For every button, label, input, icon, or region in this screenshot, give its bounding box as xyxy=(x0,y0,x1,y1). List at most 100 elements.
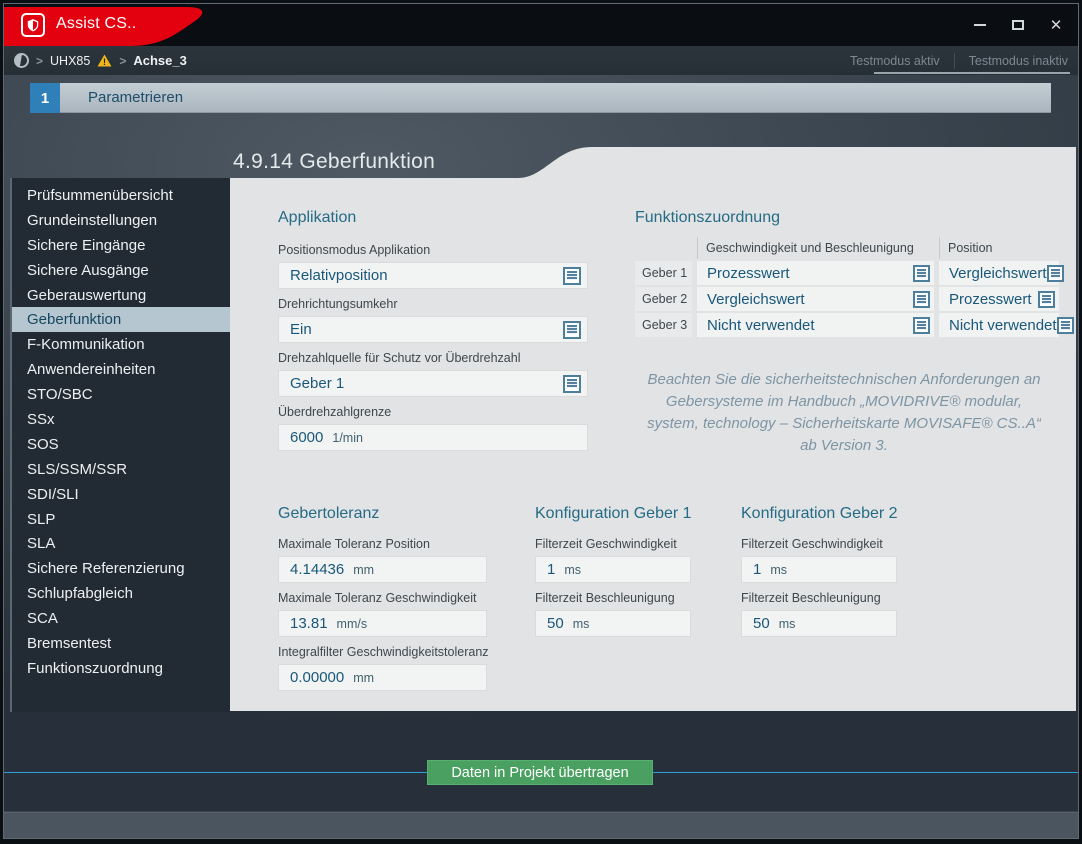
filterzeit-beschleunigung-g1-input[interactable]: 50 ms xyxy=(535,610,691,637)
dropdown-list-icon[interactable] xyxy=(563,267,581,285)
cell-value: Vergleichswert xyxy=(707,291,805,308)
sidebar-item-f-kommunikation[interactable]: F-Kommunikation xyxy=(12,332,230,357)
app-window: Assist CS.. ✕ > UHX85 ! > Achse_3 Testmo… xyxy=(3,3,1079,839)
transfer-to-project-button[interactable]: Daten in Projekt übertragen xyxy=(427,760,653,785)
field-group-filterzeit-geschwindigkeit-g1: Filterzeit Geschwindigkeit 1 ms xyxy=(535,537,691,583)
sidebar-item-geberauswertung[interactable]: Geberauswertung xyxy=(12,283,230,308)
filterzeit-geschwindigkeit-g1-input[interactable]: 1 ms xyxy=(535,556,691,583)
table-corner-cell xyxy=(635,237,692,259)
sidebar-item-sichere-ausgaenge[interactable]: Sichere Ausgänge xyxy=(12,258,230,283)
section-title: Konfiguration Geber 2 xyxy=(741,505,897,525)
drehzahlquelle-dropdown[interactable]: Geber 1 xyxy=(278,370,588,397)
sidebar-item-sto-sbc[interactable]: STO/SBC xyxy=(12,382,230,407)
field-value: 1 xyxy=(753,561,761,578)
dropdown-list-icon[interactable] xyxy=(913,265,930,282)
testmodus-divider xyxy=(954,53,955,69)
sidebar-nav: Prüfsummenübersicht Grundeinstellungen S… xyxy=(10,178,230,712)
sidebar-item-anwendereinheiten[interactable]: Anwendereinheiten xyxy=(12,357,230,382)
dropdown-list-icon[interactable] xyxy=(1047,265,1064,282)
positionsmodus-dropdown[interactable]: Relativposition xyxy=(278,262,588,289)
breadcrumb-bar: > UHX85 ! > Achse_3 Testmodus aktiv Test… xyxy=(4,46,1078,75)
breadcrumb-device[interactable]: UHX85 xyxy=(50,54,90,68)
dropdown-list-icon[interactable] xyxy=(913,317,930,334)
field-value: 1 xyxy=(547,561,555,578)
sidebar-item-grundeinstellungen[interactable]: Grundeinstellungen xyxy=(12,208,230,233)
field-value: Ein xyxy=(290,321,312,338)
section-konfiguration-geber2: Konfiguration Geber 2 Filterzeit Geschwi… xyxy=(741,505,897,645)
window-controls: ✕ xyxy=(972,4,1064,46)
drehrichtungsumkehr-dropdown[interactable]: Ein xyxy=(278,316,588,343)
field-value: Geber 1 xyxy=(290,375,344,392)
breadcrumb-separator: > xyxy=(36,54,43,68)
section-applikation: Applikation Positionsmodus Applikation R… xyxy=(278,209,588,459)
minimize-button[interactable] xyxy=(972,17,988,33)
sidebar-item-sls-ssm-ssr[interactable]: SLS/SSM/SSR xyxy=(12,457,230,482)
dropdown-list-icon[interactable] xyxy=(913,291,930,308)
sidebar-item-slp[interactable]: SLP xyxy=(12,507,230,532)
breadcrumb-separator: > xyxy=(119,54,126,68)
dropdown-list-icon[interactable] xyxy=(563,375,581,393)
sidebar-item-geberfunktion[interactable]: Geberfunktion xyxy=(12,307,230,332)
toleranz-position-input[interactable]: 4.14436 mm xyxy=(278,556,487,583)
field-group-toleranz-position: Maximale Toleranz Position 4.14436 mm xyxy=(278,537,487,583)
svg-text:!: ! xyxy=(103,57,106,67)
globe-icon[interactable] xyxy=(14,53,29,68)
dropdown-list-icon[interactable] xyxy=(1038,291,1055,308)
sidebar-item-bremsentest[interactable]: Bremsentest xyxy=(12,631,230,656)
sidebar-item-sichere-referenzierung[interactable]: Sichere Referenzierung xyxy=(12,556,230,581)
title-bar: Assist CS.. ✕ xyxy=(4,4,1078,46)
testmodus-inaktiv-tab[interactable]: Testmodus inaktiv xyxy=(969,54,1068,68)
sidebar-item-sichere-eingaenge[interactable]: Sichere Eingänge xyxy=(12,233,230,258)
field-value: 4.14436 xyxy=(290,561,344,578)
geber2-speed-dropdown[interactable]: Vergleichswert xyxy=(697,287,934,311)
field-label: Filterzeit Geschwindigkeit xyxy=(535,537,691,552)
ueberdrehzahlgrenze-input[interactable]: 6000 1/min xyxy=(278,424,588,451)
geber2-position-dropdown[interactable]: Prozesswert xyxy=(939,287,1059,311)
toleranz-geschwindigkeit-input[interactable]: 13.81 mm/s xyxy=(278,610,487,637)
field-value: 0.00000 xyxy=(290,669,344,686)
sidebar-item-sos[interactable]: SOS xyxy=(12,432,230,457)
geber1-position-dropdown[interactable]: Vergleichswert xyxy=(939,261,1059,285)
row-label-geber3: Geber 3 xyxy=(635,313,692,337)
filterzeit-beschleunigung-g2-input[interactable]: 50 ms xyxy=(741,610,897,637)
close-button[interactable]: ✕ xyxy=(1048,17,1064,33)
field-label: Drehzahlquelle für Schutz vor Überdrehza… xyxy=(278,351,588,366)
field-label: Drehrichtungsumkehr xyxy=(278,297,588,312)
geber3-speed-dropdown[interactable]: Nicht verwendet xyxy=(697,313,934,337)
section-title: Konfiguration Geber 1 xyxy=(535,505,691,525)
section-funktionszuordnung: Funktionszuordnung Geschwindigkeit und B… xyxy=(635,209,1055,337)
sidebar-item-ssx[interactable]: SSx xyxy=(12,407,230,432)
field-label: Maximale Toleranz Geschwindigkeit xyxy=(278,591,487,606)
step-bar[interactable]: 1 Parametrieren xyxy=(30,83,1051,113)
geber1-speed-dropdown[interactable]: Prozesswert xyxy=(697,261,934,285)
step-label: Parametrieren xyxy=(60,83,1051,113)
sidebar-item-sla[interactable]: SLA xyxy=(12,531,230,556)
sidebar-item-sca[interactable]: SCA xyxy=(12,606,230,631)
integralfilter-input[interactable]: 0.00000 mm xyxy=(278,664,487,691)
cell-value: Nicht verwendet xyxy=(949,317,1057,334)
footer-bar xyxy=(4,811,1078,838)
sidebar-item-pruefsummenuebersicht[interactable]: Prüfsummenübersicht xyxy=(12,183,230,208)
breadcrumb-axis[interactable]: Achse_3 xyxy=(133,53,186,68)
testmodus-aktiv-tab[interactable]: Testmodus aktiv xyxy=(850,54,940,68)
geber3-position-dropdown[interactable]: Nicht verwendet xyxy=(939,313,1059,337)
field-value: Relativposition xyxy=(290,267,388,284)
sidebar-item-sdi-sli[interactable]: SDI/SLI xyxy=(12,482,230,507)
section-gebertoleranz: Gebertoleranz Maximale Toleranz Position… xyxy=(278,505,487,699)
field-label: Überdrehzahlgrenze xyxy=(278,405,588,420)
filterzeit-geschwindigkeit-g2-input[interactable]: 1 ms xyxy=(741,556,897,583)
sidebar-item-schlupfabgleich[interactable]: Schlupfabgleich xyxy=(12,581,230,606)
dropdown-list-icon[interactable] xyxy=(1057,317,1074,334)
dropdown-list-icon[interactable] xyxy=(563,321,581,339)
field-unit: ms xyxy=(573,617,590,631)
cell-value: Prozesswert xyxy=(707,265,790,282)
section-konfiguration-geber1: Konfiguration Geber 1 Filterzeit Geschwi… xyxy=(535,505,691,645)
field-unit: mm xyxy=(353,671,374,685)
sidebar-item-funktionszuordnung[interactable]: Funktionszuordnung xyxy=(12,656,230,681)
testmodus-underline xyxy=(874,72,1070,74)
field-group-filterzeit-beschleunigung-g2: Filterzeit Beschleunigung 50 ms xyxy=(741,591,897,637)
field-group-ueberdrehzahlgrenze: Überdrehzahlgrenze 6000 1/min xyxy=(278,405,588,451)
field-unit: 1/min xyxy=(332,431,363,445)
maximize-button[interactable] xyxy=(1010,17,1026,33)
field-group-integralfilter: Integralfilter Geschwindigkeitstoleranz … xyxy=(278,645,487,691)
